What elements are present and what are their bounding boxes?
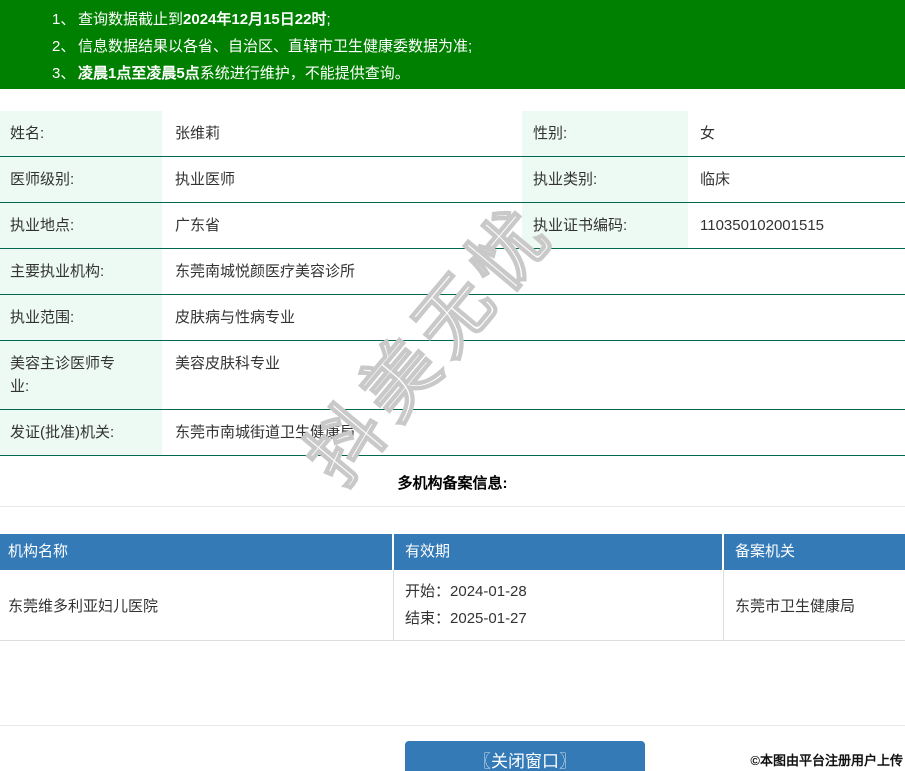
field-value-issuing-authority: 东莞市南城街道卫生健康局 (175, 424, 356, 441)
field-label-certificate-number: 执业证书编码: (522, 203, 688, 248)
notice-text: 凌晨1点至凌晨5点系统进行维护，不能提供查询。 (78, 65, 410, 82)
field-label-doctor-level: 医师级别: (0, 157, 162, 202)
notice-line-3: 3、 凌晨1点至凌晨5点系统进行维护，不能提供查询。 (0, 60, 905, 87)
notice-text: 信息数据结果以各省、自治区、直辖市卫生健康委数据为准; (78, 38, 473, 55)
field-label-practice-scope: 执业范围: (0, 295, 162, 340)
field-value-name: 张维莉 (175, 125, 221, 142)
field-value-practice-location: 广东省 (175, 217, 221, 234)
filing-authority: 东莞市卫生健康局 (724, 570, 905, 641)
field-label-main-institution: 主要执业机构: (0, 249, 162, 294)
field-value-practice-category: 临床 (700, 171, 731, 188)
filing-section-title: 多机构备案信息: (397, 475, 508, 492)
field-label-practice-location: 执业地点: (0, 203, 162, 248)
filing-validity-period: 开始：2024-01-28 结束：2025-01-27 (394, 570, 724, 641)
close-window-button[interactable]: 〖关闭窗口〗 (405, 741, 645, 771)
validity-end: 结束：2025-01-27 (405, 610, 527, 627)
notice-text: 查询数据截止到2024年12月15日22时; (78, 11, 331, 28)
field-value-gender: 女 (700, 125, 716, 142)
table-row-cosmetic-specialty: 美容主诊医师专业: 美容皮肤科专业 (0, 341, 905, 410)
table-row-main-institution: 主要执业机构: 东莞南城悦颜医疗美容诊所 (0, 249, 905, 295)
upload-credit-text: ©本图由平台注册用户上传 (750, 753, 903, 768)
table-row-issuing-authority: 发证(批准)机关: 东莞市南城街道卫生健康局 (0, 410, 905, 456)
notice-banner: 1、 查询数据截止到2024年12月15日22时; 2、 信息数据结果以各省、自… (0, 0, 905, 89)
doctor-info-table: 姓名: 张维莉 性别: 女 医师级别: 执业医师 执业类别: 临床 执业地点: … (0, 111, 905, 456)
field-label-issuing-authority: 发证(批准)机关: (0, 410, 162, 455)
filing-table-header: 机构名称 有效期 备案机关 (0, 534, 905, 570)
field-label-cosmetic-specialty: 美容主诊医师专业: (0, 341, 162, 409)
filing-institution-name: 东莞维多利亚妇儿医院 (0, 570, 394, 641)
filing-table-row: 东莞维多利亚妇儿医院 开始：2024-01-28 结束：2025-01-27 东… (0, 570, 905, 641)
field-value-doctor-level: 执业医师 (175, 171, 236, 188)
notice-number: 2、 (52, 38, 76, 55)
field-label-practice-category: 执业类别: (522, 157, 688, 202)
notice-number: 3、 (52, 65, 76, 82)
column-header-validity: 有效期 (394, 534, 724, 570)
column-header-institution-name: 机构名称 (0, 534, 394, 570)
field-label-gender: 性别: (522, 111, 688, 156)
column-header-filing-authority: 备案机关 (724, 534, 905, 570)
table-row-level-category: 医师级别: 执业医师 执业类别: 临床 (0, 157, 905, 203)
field-value-practice-scope: 皮肤病与性病专业 (175, 309, 296, 326)
table-row-location-certno: 执业地点: 广东省 执业证书编码: 110350102001515 (0, 203, 905, 249)
section-divider (0, 506, 905, 507)
footer-divider (0, 725, 905, 726)
notice-line-2: 2、 信息数据结果以各省、自治区、直辖市卫生健康委数据为准; (0, 33, 905, 60)
field-value-certificate-number: 110350102001515 (700, 217, 825, 234)
field-value-main-institution: 东莞南城悦颜医疗美容诊所 (175, 263, 356, 280)
field-value-cosmetic-specialty: 美容皮肤科专业 (175, 355, 281, 372)
field-label-name: 姓名: (0, 111, 162, 156)
table-row-practice-scope: 执业范围: 皮肤病与性病专业 (0, 295, 905, 341)
validity-start: 开始：2024-01-28 (405, 583, 527, 600)
query-result-page: 1、 查询数据截止到2024年12月15日22时; 2、 信息数据结果以各省、自… (0, 0, 905, 771)
table-row-name-gender: 姓名: 张维莉 性别: 女 (0, 111, 905, 157)
notice-line-1: 1、 查询数据截止到2024年12月15日22时; (0, 6, 905, 33)
notice-number: 1、 (52, 11, 76, 28)
filing-table: 机构名称 有效期 备案机关 东莞维多利亚妇儿医院 开始：2024-01-28 结… (0, 534, 905, 641)
